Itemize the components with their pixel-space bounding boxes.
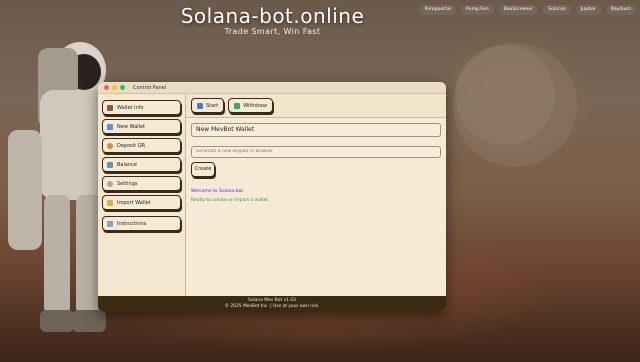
nav-link-raydium[interactable]: Raydium (605, 5, 636, 15)
sidebar-item-new-wallet[interactable]: New Wallet (102, 119, 181, 134)
nav-link-jupiter[interactable]: Jupiter (575, 5, 601, 15)
start-label: Start (206, 102, 219, 109)
sidebar-item-label: Balance (117, 161, 137, 168)
sidebar-item-label: Instructions (117, 220, 147, 227)
sidebar-item-label: Import Wallet (117, 199, 151, 206)
withdraw-button[interactable]: Withdraw (228, 98, 273, 113)
nav-link-pumpfun[interactable]: Pump.Fun (460, 5, 494, 15)
balance-icon (107, 161, 113, 168)
nav-link-dexscreener[interactable]: DexScreener (498, 5, 539, 15)
start-button[interactable]: Start (191, 98, 225, 113)
play-icon (197, 102, 203, 109)
sidebar-item-instructions[interactable]: Instructions (102, 216, 181, 231)
astronaut-image (8, 42, 110, 332)
withdraw-icon (234, 102, 241, 109)
keypair-input[interactable] (191, 145, 441, 158)
sidebar-item-balance[interactable]: Balance (102, 157, 181, 172)
planet-image (453, 43, 577, 167)
window-title: Control Panel (133, 84, 167, 91)
qr-icon (107, 142, 113, 149)
window-titlebar: Control Panel (98, 82, 446, 94)
new-wallet-panel: New MevBot Wallet Create Welcome to Sola… (186, 118, 446, 205)
close-window-dot[interactable] (104, 85, 109, 90)
sidebar-item-deposit-qr[interactable]: Deposit QR (102, 138, 181, 153)
sidebar-item-label: Settings (117, 180, 138, 187)
top-nav: Pumpportal Pump.Fun DexScreener Solscan … (419, 5, 636, 15)
new-wallet-icon (107, 123, 113, 130)
log-line: Ready to create or import a wallet. (191, 197, 270, 203)
sidebar-item-label: New Wallet (117, 123, 145, 130)
withdraw-label: Withdraw (243, 102, 267, 109)
toolbar: Start Withdraw (186, 94, 446, 118)
minimize-window-dot[interactable] (112, 85, 117, 90)
maximize-window-dot[interactable] (120, 85, 125, 90)
sidebar: Wallet Info New Wallet Deposit QR Balanc… (98, 94, 186, 296)
create-button[interactable]: Create (191, 161, 215, 177)
sidebar-item-import-wallet[interactable]: Import Wallet (102, 195, 181, 210)
book-icon (107, 220, 113, 227)
main-content: Start Withdraw New MevBot Wallet Create … (186, 94, 446, 296)
sidebar-item-label: Deposit QR (117, 142, 146, 149)
footer: Solana Mev Bot v1.03 © 2025 MevBot Inc. … (98, 296, 446, 312)
sidebar-item-settings[interactable]: Settings (102, 176, 181, 191)
nav-link-pumpportal[interactable]: Pumpportal (419, 5, 456, 15)
sidebar-item-label: Wallet Info (117, 104, 144, 111)
sidebar-item-wallet-info[interactable]: Wallet Info (102, 100, 181, 115)
import-icon (107, 199, 113, 206)
status-log: Welcome to Solana-bot Ready to create or… (191, 187, 442, 205)
control-panel-window: Control Panel Wallet Info New Wallet Dep… (98, 82, 446, 312)
footer-copyright: © 2025 MevBot Inc. | Use at your own ris… (224, 304, 320, 309)
wallet-icon (107, 104, 113, 111)
log-line: Welcome to Solana-bot (191, 188, 244, 194)
site-tagline: Trade Smart, Win Fast (224, 27, 321, 36)
nav-link-solscan[interactable]: Solscan (543, 5, 571, 15)
wallet-title: New MevBot Wallet (191, 123, 441, 137)
gear-icon (107, 180, 113, 187)
